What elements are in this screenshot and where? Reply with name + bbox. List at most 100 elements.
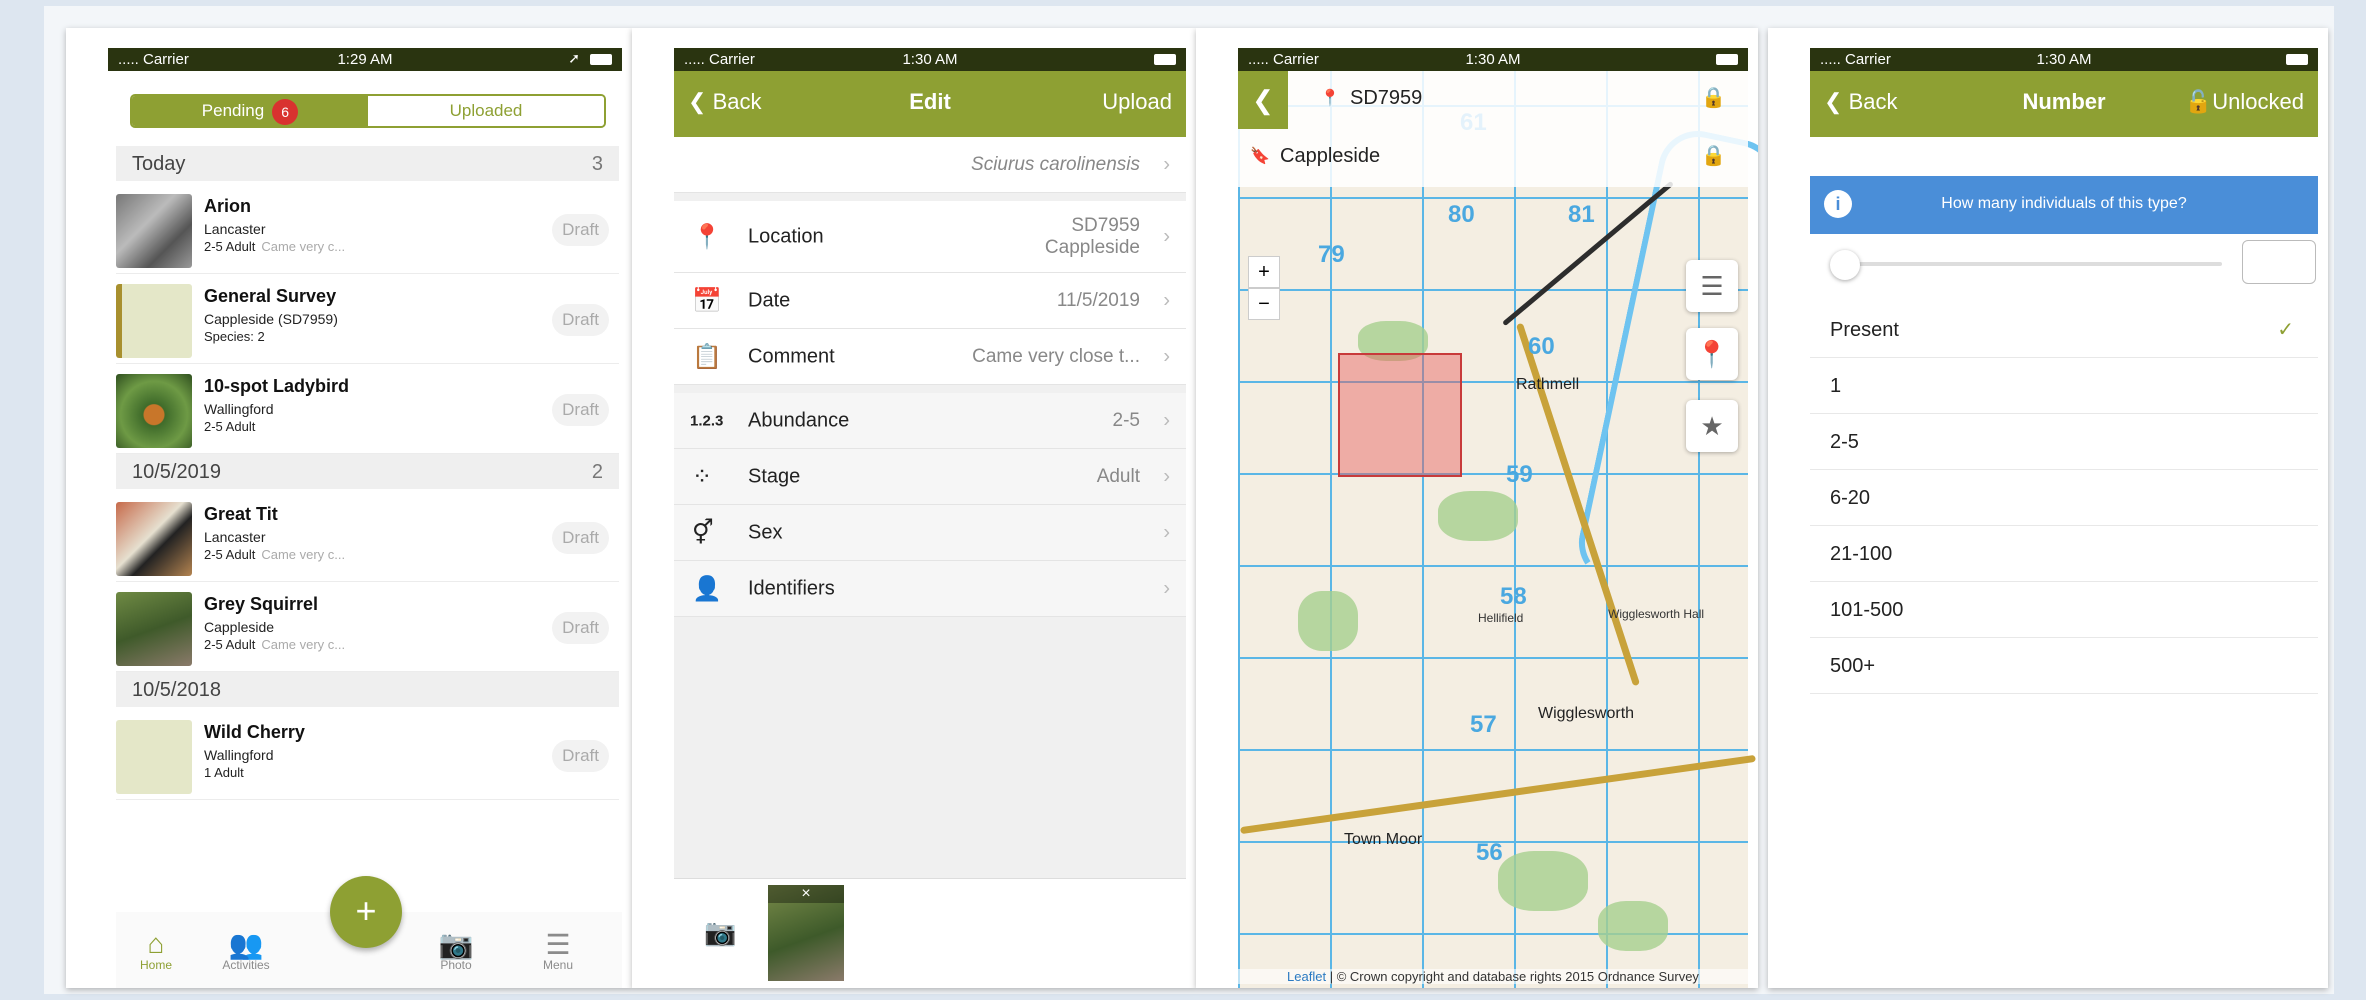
- zoom-out-button[interactable]: −: [1248, 288, 1280, 320]
- navigation-bar: ❮ Back Number 🔓Unlocked: [1810, 71, 2318, 137]
- location-arrow-icon: ➚: [568, 50, 580, 66]
- record-name: 10-spot Ladybird: [204, 376, 350, 396]
- layers-icon[interactable]: ☰: [1686, 260, 1738, 312]
- place-value: Cappleside: [1280, 145, 1381, 167]
- grid-number: 57: [1470, 711, 1497, 738]
- record-abundance-stage: 2-5 Adult: [204, 547, 256, 562]
- record-location: Wallingford: [204, 401, 274, 417]
- add-record-button[interactable]: +: [330, 876, 402, 948]
- grid-number: 58: [1500, 583, 1527, 610]
- tab-photo[interactable]: 📷 Photo: [416, 928, 496, 972]
- clipboard-icon: 📋: [692, 343, 722, 370]
- pending-count-badge: 6: [272, 98, 299, 125]
- info-banner: i How many individuals of this type?: [1810, 176, 2318, 234]
- option-6-20[interactable]: 6-20: [1810, 470, 2318, 526]
- place-value: Cappleside: [1044, 236, 1140, 258]
- woodland: [1598, 901, 1668, 951]
- ordnance-survey-map[interactable]: 61 80 81 79 60 59 58 57 56 Rathmell Wigg…: [1238, 71, 1758, 988]
- option-label: 21-100: [1830, 543, 1893, 565]
- status-bar: ..... Carrier 1:29 AM ➚: [108, 48, 622, 71]
- list-item[interactable]: Wild Cherry Wallingford 1 Adult Draft: [116, 710, 619, 800]
- draft-badge: Draft: [552, 522, 609, 554]
- section-count: 2: [591, 461, 603, 483]
- sex-row[interactable]: ⚥ Sex ›: [674, 505, 1186, 561]
- tab-activities[interactable]: 👥 Activities: [206, 928, 286, 972]
- date-row[interactable]: 📅 Date 11/5/2019 ›: [674, 273, 1186, 329]
- camera-icon[interactable]: 📷: [704, 917, 736, 948]
- option-101-500[interactable]: 101-500: [1810, 582, 2318, 638]
- clock: 1:30 AM: [2036, 51, 2092, 68]
- draft-badge: Draft: [552, 394, 609, 426]
- record-location: Lancaster: [204, 529, 266, 545]
- attribution-text: | © Crown copyright and database rights …: [1326, 969, 1699, 984]
- option-present[interactable]: Present ✓: [1810, 302, 2318, 358]
- option-2-5[interactable]: 2-5: [1810, 414, 2318, 470]
- number-input[interactable]: [2242, 240, 2316, 284]
- numbers-icon: 1.2.3: [690, 412, 724, 429]
- section-header: 10/5/2019 2: [116, 454, 619, 489]
- tab-uploaded[interactable]: Uploaded: [368, 96, 604, 126]
- section-header: 10/5/2018: [116, 672, 619, 707]
- upload-button[interactable]: Upload: [1102, 89, 1172, 115]
- grid-number: 59: [1506, 461, 1533, 488]
- location-row[interactable]: 📍 Location SD7959 Cappleside ›: [674, 201, 1186, 273]
- gridref-value: SD7959: [1350, 87, 1423, 109]
- remove-photo-button[interactable]: ×: [768, 885, 844, 903]
- record-meta: 2-5 Adult Came very c...: [204, 637, 345, 652]
- list-item[interactable]: General Survey Cappleside (SD7959) Speci…: [116, 274, 619, 364]
- number-slider-track[interactable]: [1836, 262, 2222, 266]
- option-1[interactable]: 1: [1810, 358, 2318, 414]
- locate-pin-icon[interactable]: 📍: [1686, 328, 1738, 380]
- star-icon[interactable]: ★: [1686, 400, 1738, 452]
- battery-icon: [1154, 54, 1176, 65]
- number-slider-handle[interactable]: [1830, 250, 1860, 280]
- place-bar: 🔖 Cappleside 🔒: [1238, 129, 1748, 187]
- list-item[interactable]: Grey Squirrel Cappleside 2-5 Adult Came v…: [116, 582, 619, 672]
- row-label: Identifiers: [748, 577, 835, 599]
- tab-pending[interactable]: Pending 6: [132, 96, 368, 126]
- list-item[interactable]: Arion Lancaster 2-5 Adult Came very c... …: [116, 184, 619, 274]
- record-abundance-stage: 2-5 Adult: [204, 637, 256, 652]
- chevron-right-icon: ›: [1163, 153, 1170, 175]
- chevron-left-icon: ❮: [1252, 85, 1274, 115]
- row-value: Came very close t...: [972, 345, 1140, 367]
- record-comment: Came very c...: [261, 547, 346, 562]
- option-500-plus[interactable]: 500+: [1810, 638, 2318, 694]
- comment-row[interactable]: 📋 Comment Came very close t... ›: [674, 329, 1186, 385]
- unlock-toggle[interactable]: 🔓Unlocked: [2185, 89, 2304, 115]
- people-icon: 👥: [228, 929, 264, 960]
- leaflet-link[interactable]: Leaflet: [1287, 969, 1326, 984]
- bookmark-icon: 🔖: [1250, 148, 1270, 165]
- list-item[interactable]: 10-spot Ladybird Wallingford 2-5 Adult D…: [116, 364, 619, 454]
- records-list-screen: ..... Carrier 1:29 AM ➚ Pending 6 Uploade…: [66, 28, 632, 988]
- record-photo: [116, 502, 192, 576]
- tab-menu-label: Menu: [542, 958, 574, 972]
- identifiers-row[interactable]: 👤 Identifiers ›: [674, 561, 1186, 617]
- row-label: Abundance: [748, 409, 850, 431]
- lock-icon[interactable]: 🔒: [1701, 85, 1726, 110]
- tab-menu[interactable]: ☰ Menu: [518, 928, 598, 972]
- gender-icon: ⚥: [692, 519, 714, 546]
- calendar-icon: 📅: [692, 287, 722, 314]
- species-row[interactable]: Sciurus carolinensis ›: [674, 137, 1186, 193]
- list-item[interactable]: Great Tit Lancaster 2-5 Adult Came very c…: [116, 492, 619, 582]
- photo-thumbnail[interactable]: ×: [768, 885, 844, 981]
- back-button[interactable]: ❮: [1238, 71, 1288, 129]
- map-attribution: Leaflet | © Crown copyright and database…: [1238, 969, 1748, 984]
- abundance-row[interactable]: 1.2.3 Abundance 2-5 ›: [674, 393, 1186, 449]
- status-segmented-control: Pending 6 Uploaded: [130, 94, 606, 128]
- section-header: Today 3: [116, 146, 619, 181]
- gridref-bar: ❮ 📍 SD7959 🔒: [1238, 71, 1748, 129]
- option-label: 500+: [1830, 655, 1876, 677]
- zoom-in-button[interactable]: +: [1248, 256, 1280, 288]
- record-placeholder: [116, 720, 192, 794]
- stage-row[interactable]: ⁘ Stage Adult ›: [674, 449, 1186, 505]
- record-meta: 2-5 Adult Came very c...: [204, 547, 345, 562]
- lock-icon[interactable]: 🔒: [1701, 143, 1726, 168]
- tab-home[interactable]: ⌂ Home: [116, 928, 196, 972]
- chevron-right-icon: ›: [1163, 345, 1170, 367]
- edit-record-screen: ..... Carrier 1:30 AM ❮ Back Edit Upload…: [632, 28, 1196, 988]
- option-21-100[interactable]: 21-100: [1810, 526, 2318, 582]
- section-count: 3: [591, 153, 603, 175]
- record-location: Cappleside (SD7959): [204, 311, 338, 327]
